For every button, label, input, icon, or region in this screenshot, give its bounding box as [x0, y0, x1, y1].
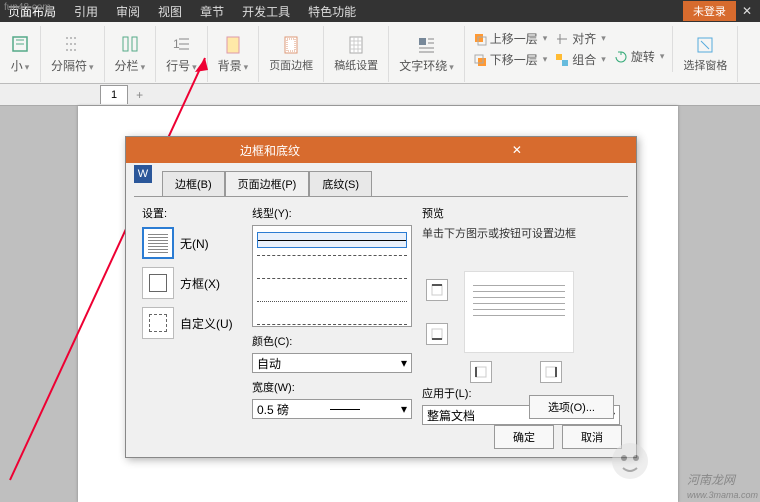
tab-special[interactable]: 特色功能 — [308, 3, 356, 20]
dialog-tabs: 边框(B) 页面边框(P) 底纹(S) — [162, 171, 636, 196]
ribbon-text-dir-label: 小▾ — [11, 57, 30, 74]
settings-label: 设置: — [142, 205, 242, 221]
border-left-button[interactable] — [470, 361, 492, 383]
setting-custom[interactable]: 自定义(U) — [142, 307, 242, 339]
ribbon-page-border[interactable]: 页面边框 — [259, 26, 324, 82]
line-column: 线型(Y): 颜色(C): 自动▾ 宽度(W): 0.5 磅▾ — [252, 205, 412, 428]
setting-box[interactable]: 方框(X) — [142, 267, 242, 299]
tab-references[interactable]: 引用 — [74, 3, 98, 20]
line-style-dot[interactable] — [257, 301, 407, 317]
line-style-list[interactable] — [252, 225, 412, 327]
color-label: 颜色(C): — [252, 333, 412, 349]
ribbon-line-num[interactable]: 1 行号▾ — [156, 26, 208, 82]
align-button[interactable]: 对齐▾ — [555, 30, 606, 47]
ribbon-arrange: 上移一层▾ 下移一层▾ 对齐▾ 组合▾ 旋转▾ — [465, 26, 674, 72]
ribbon-separator[interactable]: 分隔符▾ — [41, 26, 105, 82]
tab-review[interactable]: 审阅 — [116, 3, 140, 20]
line-style-dash2[interactable] — [257, 278, 407, 294]
tab-devtools[interactable]: 开发工具 — [242, 3, 290, 20]
selection-pane-icon — [695, 35, 715, 55]
bring-forward-button[interactable]: 上移一层▾ — [473, 30, 548, 47]
color-dropdown[interactable]: 自动▾ — [252, 353, 412, 373]
app-icon: W — [134, 165, 152, 183]
options-button[interactable]: 选项(O)... — [529, 395, 614, 419]
ribbon-columns[interactable]: 分栏▾ — [105, 26, 157, 82]
svg-text:1: 1 — [173, 37, 180, 51]
chevron-down-icon: ▾ — [401, 356, 407, 370]
doc-tab-1[interactable]: 1 — [100, 85, 128, 104]
bottom-watermark: 河南龙网 www.3mama.com — [687, 467, 758, 500]
settings-column: 设置: 无(N) 方框(X) 自定义(U) — [142, 205, 242, 428]
line-number-icon: 1 — [171, 34, 191, 54]
border-top-button[interactable] — [426, 279, 448, 301]
border-right-button[interactable] — [540, 361, 562, 383]
preview-page — [464, 271, 574, 353]
chevron-down-icon: ▾ — [401, 402, 407, 416]
top-watermark: fun48.com — [4, 2, 51, 13]
borders-shading-dialog: 边框和底纹 ✕ W 边框(B) 页面边框(P) 底纹(S) 设置: 无(N) 方… — [125, 136, 637, 458]
document-tabs: 1 + — [0, 84, 760, 106]
separator-icon — [62, 34, 82, 54]
columns-icon — [120, 34, 140, 54]
dialog-titlebar[interactable]: 边框和底纹 ✕ — [126, 137, 636, 163]
preview-label: 预览 — [422, 205, 620, 221]
line-style-dashdot[interactable] — [257, 324, 407, 327]
border-bottom-button[interactable] — [426, 323, 448, 345]
group-button[interactable]: 组合▾ — [555, 51, 606, 68]
rotate-button[interactable]: 旋转▾ — [614, 48, 665, 65]
menu-tabs: 页面布局 引用 审阅 视图 章节 开发工具 特色功能 — [8, 3, 356, 20]
tab-shading[interactable]: 底纹(S) — [309, 171, 372, 196]
send-backward-button[interactable]: 下移一层▾ — [473, 51, 548, 68]
width-label: 宽度(W): — [252, 379, 412, 395]
line-style-solid[interactable] — [257, 232, 407, 248]
app-titlebar: 页面布局 引用 审阅 视图 章节 开发工具 特色功能 未登录 ✕ — [0, 0, 760, 22]
ribbon-wrap[interactable]: 文字环绕▾ — [389, 26, 465, 82]
tab-section[interactable]: 章节 — [200, 3, 224, 20]
dialog-title: 边框和底纹 — [240, 142, 300, 159]
tab-border[interactable]: 边框(B) — [162, 171, 225, 196]
style-label: 线型(Y): — [252, 205, 412, 221]
ribbon-selection-pane[interactable]: 选择窗格 — [673, 26, 738, 82]
text-direction-icon — [10, 34, 30, 54]
ribbon-background[interactable]: 背景▾ — [208, 26, 260, 82]
ribbon-paper[interactable]: 稿纸设置 — [324, 26, 389, 82]
login-badge[interactable]: 未登录 — [683, 1, 736, 21]
window-close-icon[interactable]: ✕ — [742, 4, 752, 18]
tab-page-border[interactable]: 页面边框(P) — [225, 171, 310, 196]
paper-setting-icon — [346, 35, 366, 55]
page-border-icon — [281, 35, 301, 55]
page-bg-icon — [223, 35, 243, 55]
dialog-close-icon[interactable]: ✕ — [512, 143, 522, 157]
preview-hint: 单击下方图示或按钮可设置边框 — [422, 225, 620, 241]
text-wrap-icon — [416, 35, 436, 55]
ok-button[interactable]: 确定 — [494, 425, 554, 449]
new-doc-tab[interactable]: + — [128, 85, 151, 105]
tab-view[interactable]: 视图 — [158, 3, 182, 20]
ribbon: 小▾ 分隔符▾ 分栏▾ 1 行号▾ 背景▾ 页面边框 稿纸设置 文字环绕▾ 上移… — [0, 22, 760, 84]
ribbon-text-dir[interactable]: 小▾ — [0, 26, 41, 82]
mascot-icon — [605, 436, 655, 486]
line-style-dash[interactable] — [257, 255, 407, 271]
setting-none[interactable]: 无(N) — [142, 227, 242, 259]
width-dropdown[interactable]: 0.5 磅▾ — [252, 399, 412, 419]
